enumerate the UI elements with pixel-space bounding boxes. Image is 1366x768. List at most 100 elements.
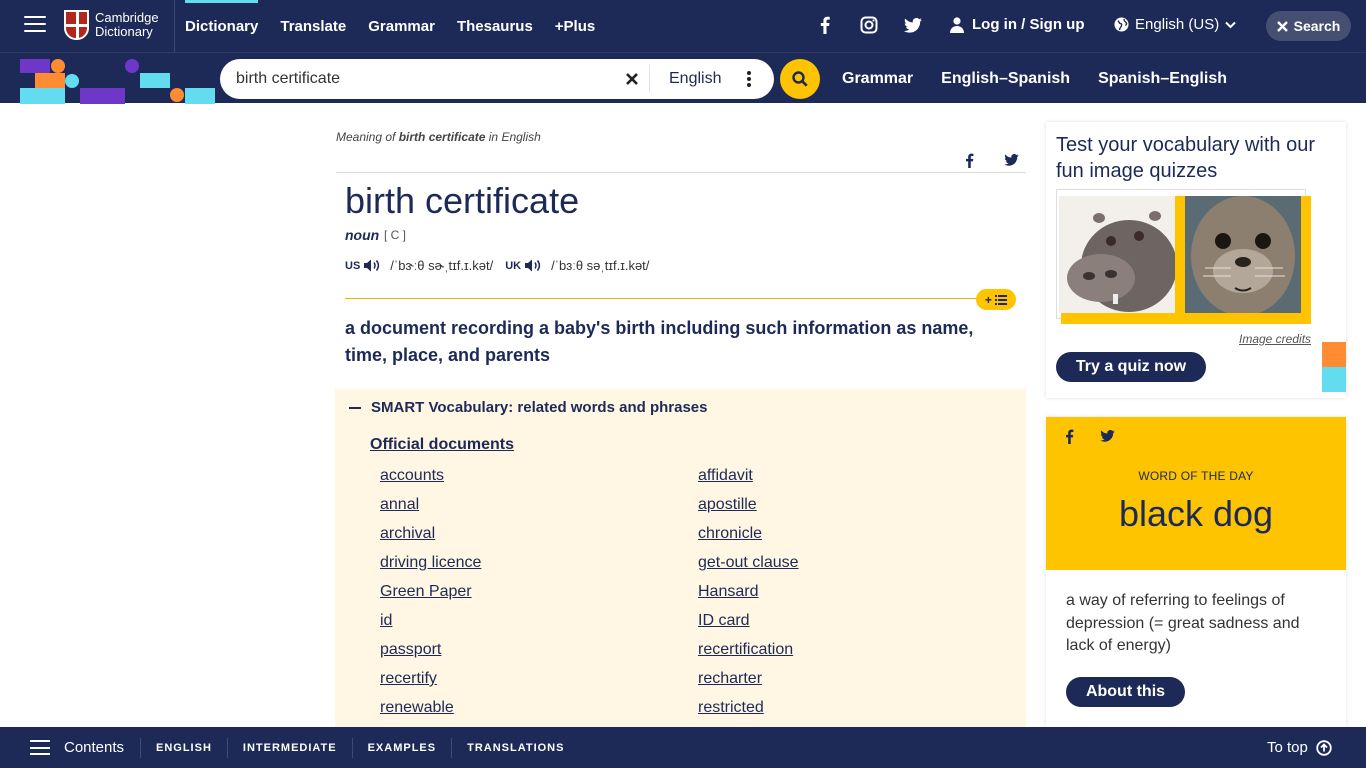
word-of-the-day: WORD OF THE DAY black dog a way of refer… (1046, 417, 1346, 727)
list-icon (995, 294, 1008, 305)
twitter-icon[interactable] (1096, 425, 1118, 447)
related-word-link[interactable]: driving licence (380, 554, 481, 572)
link-grammar[interactable]: Grammar (842, 53, 913, 104)
instagram-icon[interactable] (858, 14, 880, 36)
divider (345, 298, 995, 299)
related-word-link[interactable]: Green Paper (380, 583, 472, 601)
search-button[interactable] (780, 59, 820, 99)
add-to-wordlist-button[interactable]: + (976, 289, 1016, 310)
try-quiz-button[interactable]: Try a quiz now (1056, 352, 1206, 382)
nav-translate[interactable]: Translate (269, 0, 357, 52)
related-word-link[interactable]: archival (380, 525, 435, 543)
nav-grammar[interactable]: Grammar (357, 0, 446, 52)
close-icon (1276, 20, 1288, 32)
smart-vocabulary-title: SMART Vocabulary: related words and phra… (371, 399, 708, 416)
twitter-icon[interactable] (902, 14, 924, 36)
link-examples[interactable]: EXAMPLES (351, 737, 452, 758)
smart-vocabulary-toggle[interactable]: SMART Vocabulary: related words and phra… (349, 399, 707, 416)
to-top-button[interactable]: To top (1267, 727, 1332, 768)
search-input[interactable] (236, 59, 616, 99)
social-links (814, 14, 924, 36)
related-word-link[interactable]: passport (380, 641, 441, 659)
definition: a document recording a baby's birth incl… (345, 318, 974, 365)
wotd-word[interactable]: black dog (1046, 493, 1346, 535)
contents-button[interactable]: Contents (64, 727, 124, 768)
part-of-speech: noun (345, 227, 380, 243)
related-word-link[interactable]: Hansard (698, 583, 758, 601)
grammar-code: [ C ] (384, 228, 407, 242)
menu-icon[interactable] (24, 16, 46, 34)
user-icon (950, 16, 964, 33)
share-buttons (958, 149, 1022, 171)
speaker-icon[interactable] (525, 259, 541, 272)
arrow-up-circle-icon (1316, 739, 1332, 756)
twitter-icon[interactable] (1000, 149, 1022, 171)
login-link[interactable]: Log in / Sign up (950, 16, 1084, 33)
language-label: English (US) (1135, 16, 1220, 33)
crest-icon (64, 10, 89, 40)
pronunciation: US /ˈbɝːθ sɚˌtɪf.ɪ.kət/ UK /ˈbɜːθ səˌtɪf… (345, 258, 661, 273)
search-toggle-label: Search (1293, 18, 1341, 34)
nav-plus[interactable]: +Plus (544, 0, 606, 52)
dictionary-links: Grammar English–Spanish Spanish–English (842, 53, 1227, 104)
uk-ipa: /ˈbɜːθ səˌtɪf.ɪ.kət/ (551, 258, 650, 273)
related-word-link[interactable]: restricted (698, 699, 764, 717)
quiz-title: Test your vocabulary with our fun image … (1056, 134, 1316, 182)
headword: birth certificate (345, 180, 580, 221)
related-word-link[interactable]: accounts (380, 467, 444, 485)
more-options-icon[interactable] (744, 70, 754, 88)
wotd-label: WORD OF THE DAY (1138, 469, 1254, 483)
us-ipa: /ˈbɝːθ sɚˌtɪf.ɪ.kət/ (390, 258, 494, 273)
related-word-link[interactable]: recharter (698, 670, 762, 688)
related-word-link[interactable]: renewable (380, 699, 454, 717)
facebook-icon[interactable] (958, 149, 980, 171)
related-word-link[interactable]: id (380, 612, 392, 630)
related-word-link[interactable]: recertification (698, 641, 793, 659)
topic-link[interactable]: Official documents (370, 436, 514, 454)
search-box: English (220, 59, 774, 99)
top-navbar: Cambridge Dictionary Dictionary Translat… (0, 0, 1366, 52)
uk-label: UK (505, 259, 522, 272)
clear-icon[interactable] (623, 70, 641, 88)
link-english[interactable]: ENGLISH (140, 737, 227, 758)
facebook-icon[interactable] (1058, 425, 1080, 447)
nav-thesaurus[interactable]: Thesaurus (446, 0, 544, 52)
bottom-navbar: Contents ENGLISH INTERMEDIATE EXAMPLES T… (0, 727, 1366, 768)
globe-icon (1114, 17, 1129, 32)
login-label: Log in / Sign up (972, 16, 1085, 33)
seal-image (1185, 196, 1301, 313)
smart-vocabulary-panel: SMART Vocabulary: related words and phra… (335, 389, 1026, 727)
link-spanish-english[interactable]: Spanish–English (1098, 53, 1227, 104)
related-word-link[interactable]: annal (380, 496, 419, 514)
link-intermediate[interactable]: INTERMEDIATE (226, 737, 352, 758)
quiz-image[interactable] (1056, 189, 1311, 324)
nav-dictionary[interactable]: Dictionary (174, 0, 269, 52)
to-top-label: To top (1267, 739, 1308, 756)
menu-icon[interactable] (30, 740, 50, 755)
link-translations[interactable]: TRANSLATIONS (451, 737, 579, 758)
dictionary-selector[interactable]: English (669, 59, 721, 99)
related-word-link[interactable]: ID card (698, 612, 750, 630)
main-nav: Dictionary Translate Grammar Thesaurus +… (174, 0, 606, 52)
related-word-link[interactable]: affidavit (698, 467, 753, 485)
share-buttons (1058, 425, 1118, 447)
search-toggle-button[interactable]: Search (1266, 11, 1351, 41)
hippo-image (1059, 196, 1175, 313)
image-credits-link[interactable]: Image credits (1239, 332, 1311, 346)
cambridge-logo[interactable]: Cambridge Dictionary (64, 10, 159, 40)
related-word-link[interactable]: recertify (380, 670, 437, 688)
related-word-link[interactable]: apostille (698, 496, 757, 514)
link-english-spanish[interactable]: English–Spanish (941, 53, 1070, 104)
facebook-icon[interactable] (814, 14, 836, 36)
speaker-icon[interactable] (364, 259, 380, 272)
related-word-link[interactable]: get-out clause (698, 554, 799, 572)
us-label: US (345, 259, 361, 272)
language-selector[interactable]: English (US) (1114, 16, 1236, 33)
meaning-caption: Meaning of birth certificate in English (336, 130, 541, 144)
search-icon (792, 71, 808, 87)
about-this-button[interactable]: About this (1066, 677, 1185, 707)
related-word-link[interactable]: chronicle (698, 525, 762, 543)
divider (336, 172, 1026, 173)
collapse-icon (349, 406, 361, 409)
logo-line-2: Dictionary (95, 24, 153, 39)
